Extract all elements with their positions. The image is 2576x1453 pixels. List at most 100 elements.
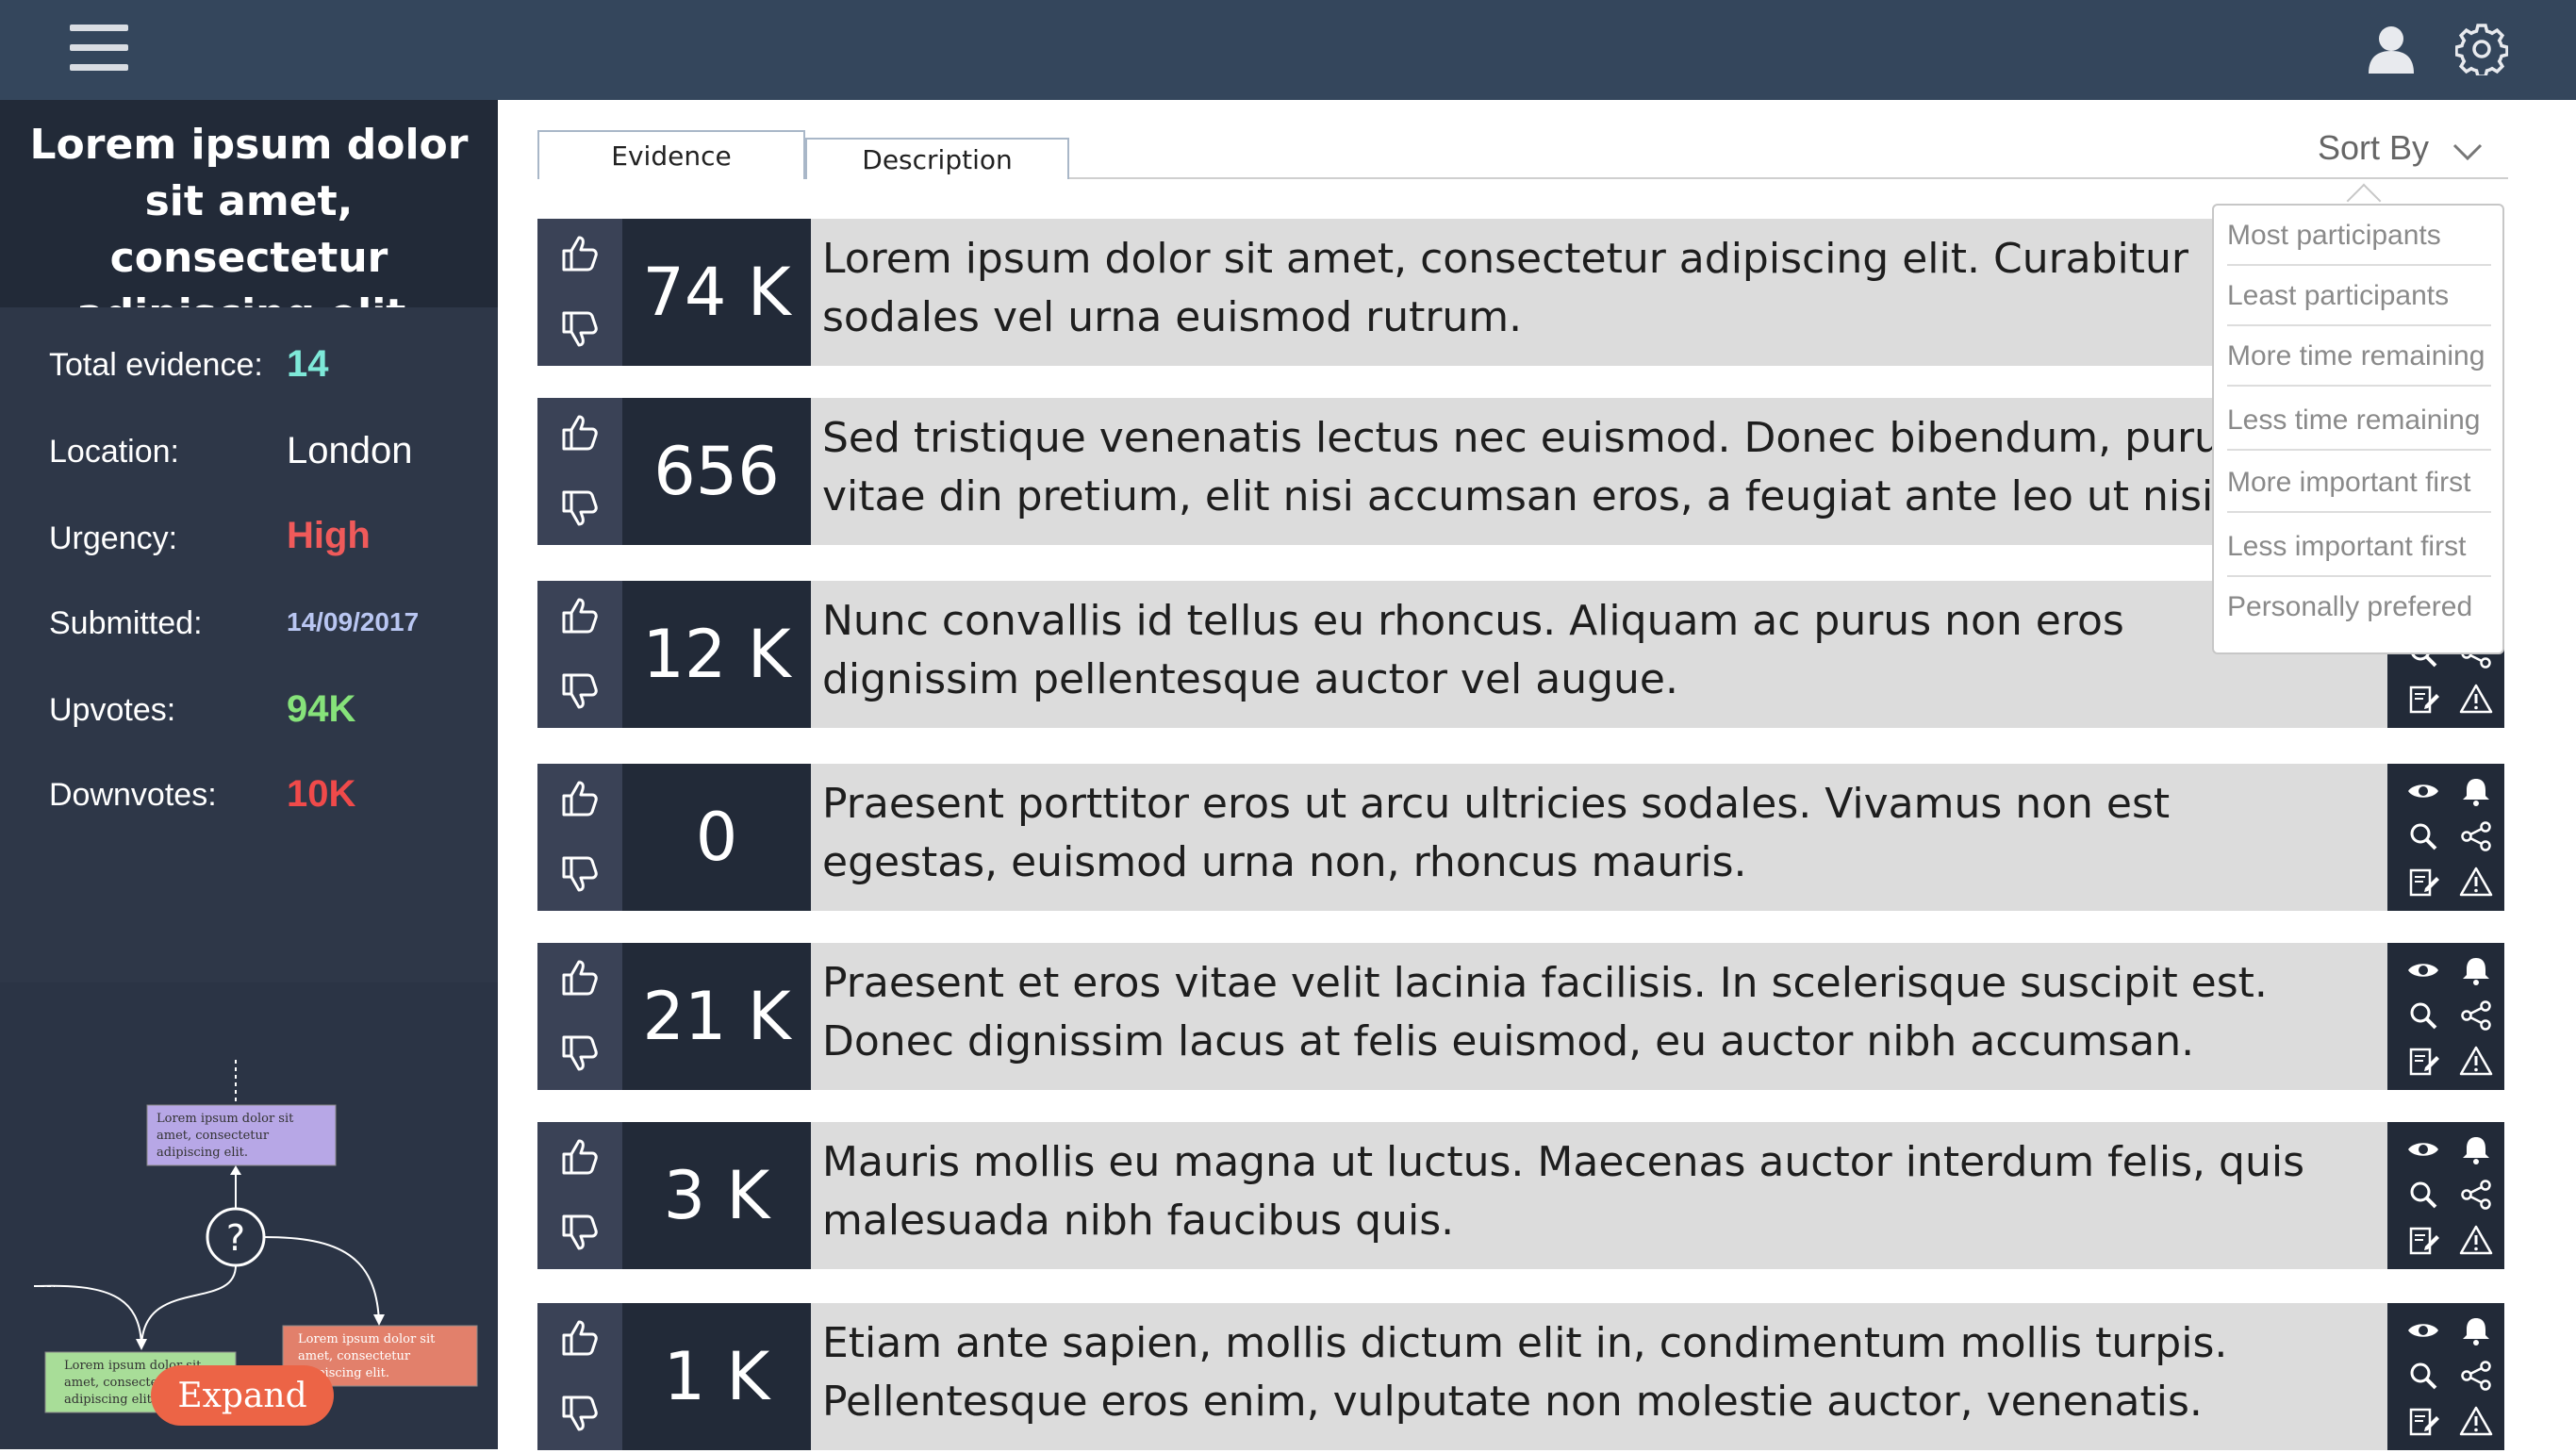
- thumbs-down-icon[interactable]: [556, 852, 602, 898]
- evidence-row[interactable]: 0 Praesent porttitor eros ut arcu ultrici…: [537, 764, 2504, 911]
- vote-column: [537, 219, 622, 366]
- sort-option-more-important-first[interactable]: More important first: [2227, 453, 2491, 513]
- sort-option-least-participants[interactable]: Least participants: [2227, 266, 2491, 326]
- share-icon[interactable]: [2457, 998, 2495, 1033]
- bell-icon[interactable]: [2457, 1131, 2495, 1167]
- row-actions: [2387, 943, 2504, 1090]
- warning-icon[interactable]: [2457, 1222, 2495, 1258]
- evidence-row[interactable]: 21 K Praesent et eros vitae velit lacinia…: [537, 943, 2504, 1090]
- thumbs-down-icon[interactable]: [556, 307, 602, 353]
- evidence-row[interactable]: 656 Sed tristique venenatis lectus nec eu…: [537, 398, 2504, 545]
- stats-panel: Total evidence: 14 Location: London Urge…: [0, 307, 498, 982]
- sort-option-less-important-first[interactable]: Less important first: [2227, 517, 2491, 577]
- thumbs-down-icon[interactable]: [556, 1211, 602, 1256]
- thumbs-down-icon[interactable]: [556, 1392, 602, 1437]
- edit-icon[interactable]: [2404, 1222, 2442, 1258]
- diagram-box-right-line1: Lorem ipsum dolor sit: [298, 1332, 436, 1346]
- stat-label-location: Location:: [49, 434, 179, 470]
- eye-icon[interactable]: [2404, 1313, 2442, 1348]
- warning-icon[interactable]: [2457, 681, 2495, 717]
- stat-label-submitted: Submitted:: [49, 605, 203, 641]
- warning-icon[interactable]: [2457, 1043, 2495, 1079]
- evidence-text[interactable]: Mauris mollis eu magna ut luctus. Maecen…: [822, 1133, 2331, 1250]
- stat-value-urgency: High: [287, 515, 371, 556]
- user-icon[interactable]: [2365, 25, 2418, 74]
- evidence-row[interactable]: 3 K Mauris mollis eu magna ut luctus. Mae…: [537, 1122, 2504, 1269]
- tab-description[interactable]: Description: [805, 138, 1069, 179]
- gear-icon[interactable]: [2455, 23, 2508, 75]
- vote-column: [537, 398, 622, 545]
- thumbs-up-icon[interactable]: [556, 1314, 602, 1360]
- warning-icon[interactable]: [2457, 1403, 2495, 1439]
- sort-option-less-time-remaining[interactable]: Less time remaining: [2227, 390, 2491, 451]
- diagram-box-left-line3: adipiscing elit.: [64, 1393, 156, 1407]
- edit-icon[interactable]: [2404, 1403, 2442, 1439]
- search-icon[interactable]: [2404, 1177, 2442, 1213]
- sort-options-menu: Most participants Least participants Mor…: [2212, 204, 2504, 654]
- evidence-text[interactable]: Lorem ipsum dolor sit amet, consectetur …: [822, 230, 2331, 347]
- sort-option-most-participants[interactable]: Most participants: [2227, 206, 2491, 266]
- vote-count: 74 K: [622, 219, 811, 366]
- evidence-text[interactable]: Etiam ante sapien, mollis dictum elit in…: [822, 1314, 2331, 1431]
- warning-icon[interactable]: [2457, 864, 2495, 900]
- share-icon[interactable]: [2457, 1358, 2495, 1394]
- evidence-row[interactable]: 12 K Nunc convallis id tellus eu rhoncus.…: [537, 581, 2504, 728]
- thumbs-down-icon[interactable]: [556, 669, 602, 715]
- expand-button[interactable]: Expand: [151, 1365, 334, 1426]
- thumbs-down-icon[interactable]: [556, 1032, 602, 1077]
- thumbs-down-icon[interactable]: [556, 487, 602, 532]
- stat-value-location: London: [287, 430, 413, 471]
- diagram-box-right-line2: amet, consectetur: [298, 1349, 411, 1363]
- share-icon[interactable]: [2457, 818, 2495, 854]
- thumbs-up-icon[interactable]: [556, 954, 602, 999]
- diagram-box-top-line2: amet, consectetur: [157, 1129, 270, 1143]
- vote-count: 0: [622, 764, 811, 911]
- edit-icon[interactable]: [2404, 1043, 2442, 1079]
- top-bar: [0, 0, 2576, 100]
- vote-count: 12 K: [622, 581, 811, 728]
- vote-count: 3 K: [622, 1122, 811, 1269]
- sort-option-more-time-remaining[interactable]: More time remaining: [2227, 326, 2491, 387]
- chevron-down-icon[interactable]: [2452, 138, 2484, 164]
- tab-evidence[interactable]: Evidence: [537, 130, 805, 179]
- stat-value-downvotes: 10K: [287, 773, 356, 815]
- evidence-row[interactable]: 1 K Etiam ante sapien, mollis dictum elit…: [537, 1303, 2504, 1450]
- hamburger-icon[interactable]: [70, 25, 128, 72]
- search-icon[interactable]: [2404, 1358, 2442, 1394]
- eye-icon[interactable]: [2404, 773, 2442, 809]
- edit-icon[interactable]: [2404, 864, 2442, 900]
- bell-icon[interactable]: [2457, 952, 2495, 988]
- vote-column: [537, 1122, 622, 1269]
- row-actions: [2387, 764, 2504, 911]
- evidence-text[interactable]: Praesent porttitor eros ut arcu ultricie…: [822, 775, 2331, 892]
- eye-icon[interactable]: [2404, 1131, 2442, 1167]
- stat-value-total-evidence: 14: [287, 343, 329, 385]
- sort-option-personally-prefered[interactable]: Personally prefered: [2227, 577, 2491, 637]
- thumbs-up-icon[interactable]: [556, 1133, 602, 1179]
- thumbs-up-icon[interactable]: [556, 409, 602, 454]
- search-icon[interactable]: [2404, 818, 2442, 854]
- search-icon[interactable]: [2404, 998, 2442, 1033]
- eye-icon[interactable]: [2404, 952, 2442, 988]
- vote-column: [537, 581, 622, 728]
- row-actions: [2387, 1122, 2504, 1269]
- diagram-box-top-line3: adipiscing elit.: [157, 1146, 248, 1160]
- evidence-text[interactable]: Praesent et eros vitae velit lacinia fac…: [822, 954, 2331, 1071]
- stat-value-submitted: 14/09/2017: [287, 607, 420, 636]
- vote-count: 1 K: [622, 1303, 811, 1450]
- share-icon[interactable]: [2457, 1177, 2495, 1213]
- stat-label-downvotes: Downvotes:: [49, 777, 217, 813]
- bell-icon[interactable]: [2457, 1313, 2495, 1348]
- diagram-box-top-line1: Lorem ipsum dolor sit: [157, 1112, 294, 1126]
- vote-column: [537, 1303, 622, 1450]
- evidence-text[interactable]: Sed tristique venenatis lectus nec euism…: [822, 409, 2331, 526]
- thumbs-up-icon[interactable]: [556, 775, 602, 820]
- bell-icon[interactable]: [2457, 773, 2495, 809]
- evidence-row[interactable]: 74 K Lorem ipsum dolor sit amet, consecte…: [537, 219, 2504, 366]
- vote-column: [537, 943, 622, 1090]
- evidence-text[interactable]: Nunc convallis id tellus eu rhoncus. Ali…: [822, 592, 2331, 709]
- edit-icon[interactable]: [2404, 681, 2442, 717]
- thumbs-up-icon[interactable]: [556, 230, 602, 275]
- sort-by-dropdown[interactable]: Sort By: [2318, 128, 2429, 168]
- thumbs-up-icon[interactable]: [556, 592, 602, 637]
